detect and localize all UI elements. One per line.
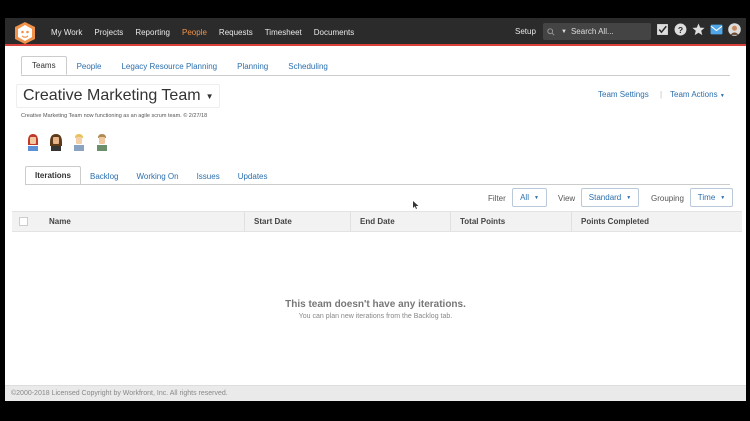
empty-state-subtitle: You can plan new iterations from the Bac… [298,313,453,320]
checkbox-icon[interactable] [656,23,669,36]
video-frame: My Work Projects Reporting People Reques… [0,0,750,421]
tab-planning[interactable]: Planning [227,58,278,75]
team-actions-label: Team Actions [670,90,718,99]
chevron-down-icon: ▼ [626,194,632,201]
tab-backlog[interactable]: Backlog [81,168,127,185]
nav-people[interactable]: People [182,28,207,37]
team-description: Creative Marketing Team now functioning … [21,113,208,119]
nav-reporting[interactable]: Reporting [135,28,170,37]
view-dropdown[interactable]: Standard ▼ [581,188,639,207]
view-label: View [558,194,576,203]
tab-scheduling[interactable]: Scheduling [278,58,338,75]
team-members [25,133,117,151]
tab-people[interactable]: People [67,58,112,75]
page-footer: ©2000-2018 Licensed Copyright by Workfro… [5,385,746,401]
filter-label: Filter [488,194,506,203]
view-value: Standard [588,193,622,202]
grouping-dropdown[interactable]: Time ▼ [690,188,733,207]
help-icon[interactable]: ? [674,23,687,36]
select-all-checkbox[interactable] [19,217,28,226]
column-header-end-date[interactable]: End Date [351,212,451,231]
search-icon [547,27,555,36]
chevron-down-icon: ▼ [533,194,539,201]
page-title: Creative Marketing Team [23,87,201,104]
column-header-points-completed[interactable]: Points Completed [572,212,742,231]
people-area-tabs: Teams People Legacy Resource Planning Pl… [21,56,338,75]
subtab-divider [25,184,730,185]
search-placeholder: Search All... [570,27,614,36]
chevron-down-icon: ▼ [205,91,214,101]
team-settings-link[interactable]: Team Settings [598,90,649,99]
member-avatar-icon[interactable] [25,133,41,151]
svg-text:?: ? [678,25,683,35]
grouping-label: Grouping [651,194,684,203]
user-avatar-icon[interactable] [728,23,741,36]
nav-projects[interactable]: Projects [94,28,123,37]
link-separator: | [660,90,663,99]
search-scope-caret-icon[interactable]: ▼ [561,29,567,35]
grouping-value: Time [697,193,716,202]
tab-legacy-resource-planning[interactable]: Legacy Resource Planning [111,58,227,75]
chevron-down-icon: ▼ [720,194,726,201]
global-search[interactable]: ▼ Search All... [543,23,651,40]
nav-timesheet[interactable]: Timesheet [265,28,302,37]
chevron-down-icon: ▼ [719,93,725,99]
copyright-text: ©2000-2018 Licensed Copyright by Workfro… [11,390,228,397]
inbox-icon[interactable] [710,23,723,36]
tab-teams[interactable]: Teams [21,56,67,75]
filter-dropdown[interactable]: All ▼ [512,188,547,207]
header-utility-icons: ? [656,23,746,36]
nav-requests[interactable]: Requests [219,28,253,37]
column-header-total-points[interactable]: Total Points [451,212,572,231]
star-icon[interactable] [692,23,705,36]
team-actions-menu[interactable]: Team Actions ▼ [670,90,725,99]
workfront-logo-icon[interactable] [13,21,37,45]
member-avatar-icon[interactable] [94,133,110,151]
tab-iterations[interactable]: Iterations [25,166,82,185]
nav-documents[interactable]: Documents [314,28,354,37]
tab-divider [21,75,730,76]
setup-link[interactable]: Setup [515,27,536,36]
main-menu: My Work Projects Reporting People Reques… [51,18,366,46]
top-navigation-bar: My Work Projects Reporting People Reques… [5,18,746,46]
column-header-name[interactable]: Name [40,212,245,231]
nav-my-work[interactable]: My Work [51,28,82,37]
tab-working-on[interactable]: Working On [127,168,187,185]
empty-state-title: This team doesn't have any iterations. [285,299,466,310]
tab-updates[interactable]: Updates [229,168,277,185]
mouse-cursor-icon [413,201,419,209]
filter-value: All [520,193,529,202]
tab-issues[interactable]: Issues [188,168,229,185]
member-avatar-icon[interactable] [48,133,64,151]
app-window: My Work Projects Reporting People Reques… [5,18,746,401]
iterations-table-header: Name Start Date End Date Total Points Po… [12,211,742,232]
team-content-tabs: Iterations Backlog Working On Issues Upd… [25,166,277,185]
team-selector[interactable]: Creative Marketing Team ▼ [16,84,221,108]
column-header-start-date[interactable]: Start Date [245,212,351,231]
member-avatar-icon[interactable] [71,133,87,151]
